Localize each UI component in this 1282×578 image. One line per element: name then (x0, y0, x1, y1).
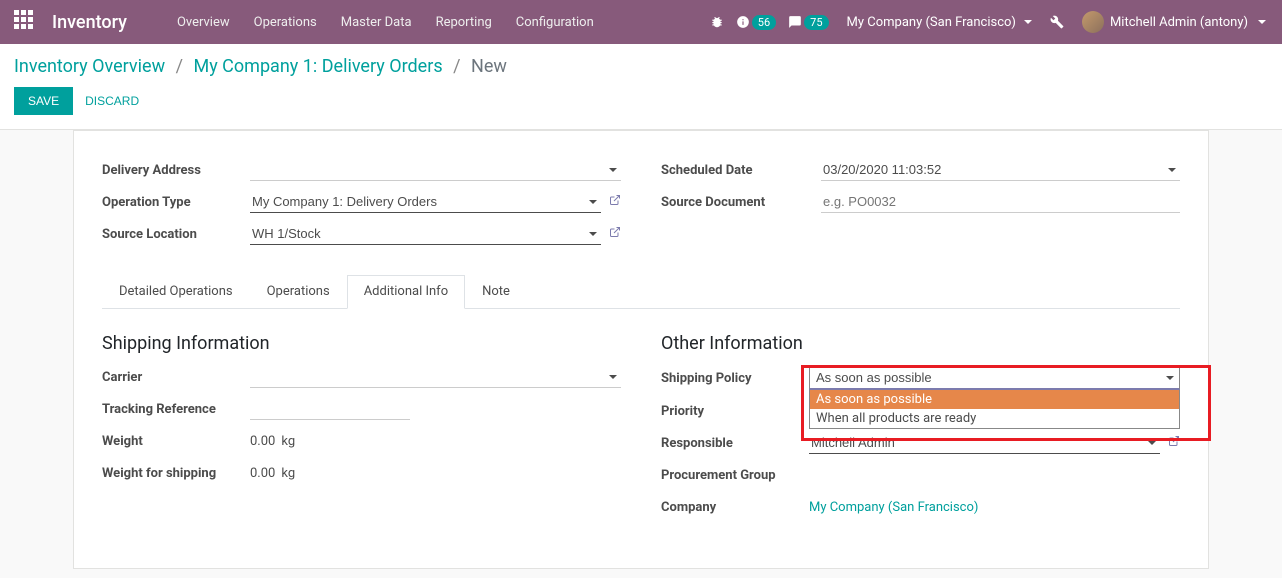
breadcrumb-level2[interactable]: My Company 1: Delivery Orders (193, 56, 442, 77)
responsible-input[interactable] (809, 432, 1160, 454)
label-weight-shipping: Weight for shipping (102, 466, 250, 481)
messages-badge: 75 (804, 15, 828, 30)
label-operation-type: Operation Type (102, 195, 250, 210)
menu-master-data[interactable]: Master Data (331, 9, 422, 36)
caret-down-icon (1024, 20, 1032, 24)
activity-badge: 56 (752, 15, 776, 30)
debug-icon[interactable] (708, 11, 726, 33)
label-source-location: Source Location (102, 227, 250, 242)
avatar (1082, 11, 1104, 33)
scheduled-date-input[interactable] (821, 159, 1180, 181)
option-when-all-ready[interactable]: When all products are ready (810, 409, 1179, 428)
menu-operations[interactable]: Operations (244, 9, 327, 36)
label-carrier: Carrier (102, 370, 250, 385)
label-priority: Priority (661, 404, 809, 419)
label-scheduled-date: Scheduled Date (661, 163, 821, 178)
menu-reporting[interactable]: Reporting (426, 9, 502, 36)
operation-type-input[interactable] (250, 191, 601, 213)
heading-other-info: Other Information (661, 333, 1180, 354)
tab-operations[interactable]: Operations (250, 275, 347, 308)
option-as-soon-as-possible[interactable]: As soon as possible (810, 390, 1179, 409)
activity-icon[interactable]: 56 (734, 11, 778, 34)
shipping-policy-dropdown: As soon as possible When all products ar… (809, 390, 1180, 429)
breadcrumb: Inventory Overview / My Company 1: Deliv… (14, 56, 1268, 77)
external-link-icon[interactable] (1168, 435, 1180, 451)
label-shipping-policy: Shipping Policy (661, 371, 809, 386)
messaging-icon[interactable]: 75 (786, 11, 830, 34)
source-location-input[interactable] (250, 223, 601, 245)
discard-button[interactable]: DISCARD (85, 94, 139, 108)
weight-ship-unit: kg (281, 466, 295, 481)
apps-icon[interactable] (14, 10, 38, 34)
caret-down-icon (1258, 20, 1266, 24)
breadcrumb-current: New (471, 56, 507, 77)
label-weight: Weight (102, 434, 250, 449)
weight-ship-value: 0.00 (250, 466, 275, 481)
label-procurement-group: Procurement Group (661, 468, 809, 483)
menu-overview[interactable]: Overview (167, 9, 240, 36)
source-document-input[interactable] (821, 191, 1180, 213)
company-value[interactable]: My Company (San Francisco) (809, 500, 978, 515)
menu-configuration[interactable]: Configuration (506, 9, 604, 36)
label-company: Company (661, 500, 809, 515)
external-link-icon[interactable] (609, 194, 621, 210)
weight-unit: kg (281, 434, 295, 449)
save-button[interactable]: SAVE (14, 87, 73, 115)
breadcrumb-level1[interactable]: Inventory Overview (14, 56, 165, 77)
tab-additional-info[interactable]: Additional Info (347, 275, 465, 309)
label-tracking-reference: Tracking Reference (102, 402, 250, 417)
external-link-icon[interactable] (609, 226, 621, 242)
user-menu[interactable]: Mitchell Admin (antony) (1074, 7, 1274, 37)
developer-tools-icon[interactable] (1048, 11, 1066, 33)
tracking-reference-input[interactable] (250, 398, 410, 420)
heading-shipping-info: Shipping Information (102, 333, 621, 354)
weight-value: 0.00 (250, 434, 275, 449)
label-source-document: Source Document (661, 195, 821, 210)
label-delivery-address: Delivery Address (102, 163, 250, 178)
carrier-input[interactable] (250, 366, 621, 388)
label-responsible: Responsible (661, 436, 809, 451)
delivery-address-input[interactable] (250, 159, 621, 181)
app-brand: Inventory (52, 12, 127, 33)
shipping-policy-select[interactable] (809, 366, 1180, 390)
tab-detailed-operations[interactable]: Detailed Operations (102, 275, 250, 308)
tab-note[interactable]: Note (465, 275, 527, 308)
company-switcher[interactable]: My Company (San Francisco) (839, 11, 1040, 34)
